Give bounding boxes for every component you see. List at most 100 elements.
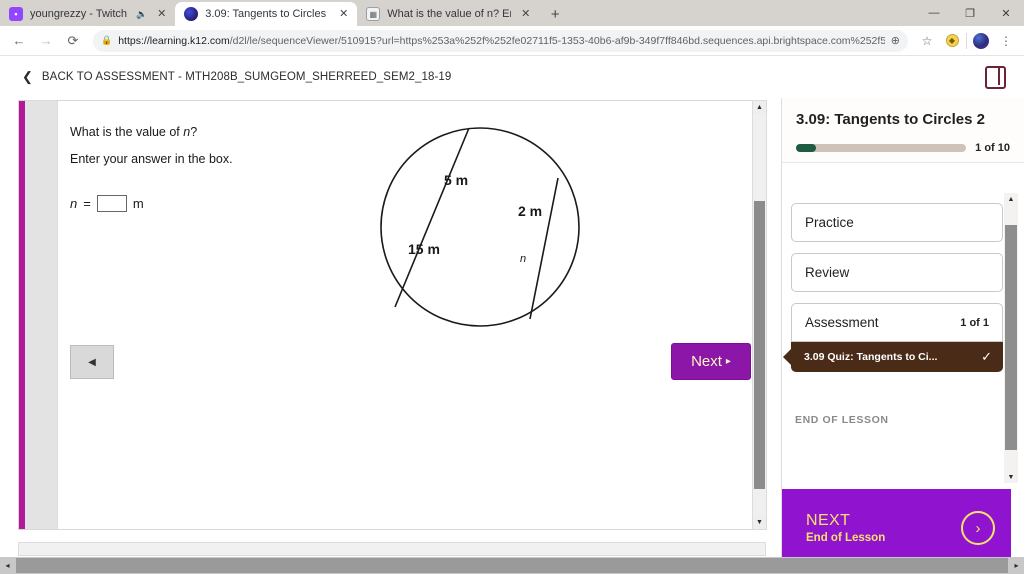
address-bar[interactable]: 🔒 https://learning.k12.com/d2l/le/sequen… — [93, 29, 908, 52]
avatar[interactable] — [970, 32, 992, 49]
figure-label-2m: 2 m — [518, 203, 542, 219]
new-tab-button[interactable]: + — [543, 2, 567, 26]
progress-fill — [796, 144, 817, 153]
scrollbar-thumb[interactable] — [754, 201, 765, 489]
equals-label: = — [83, 196, 91, 211]
url-domain: https://learning.k12.com — [118, 34, 230, 47]
omnibox-actions: ⊕ — [891, 34, 900, 47]
content-vertical-scrollbar[interactable]: ▲ ▼ — [752, 100, 767, 530]
page-content: ❮ BACK TO ASSESSMENT - MTH208B_SUMGEOM_S… — [0, 56, 1024, 574]
end-of-lesson-label: END OF LESSON — [795, 414, 889, 426]
close-icon[interactable]: ✕ — [336, 7, 351, 22]
scroll-left-icon[interactable]: ◂ — [0, 557, 15, 574]
menu-icon[interactable]: ⋮ — [995, 34, 1017, 48]
tab-title: 3.09: Tangents to Circles 2 - MTH — [205, 8, 329, 20]
left-gutter — [25, 101, 57, 529]
page-title: 3.09: Tangents to Circles 2 — [796, 111, 985, 128]
browser-tab-k12[interactable]: 3.09: Tangents to Circles 2 - MTH ✕ — [175, 2, 358, 26]
minimize-icon[interactable]: — — [916, 0, 952, 26]
sidebar-item-label: Review — [805, 265, 850, 280]
question-instruction: Enter your answer in the box. — [70, 152, 233, 166]
reload-icon[interactable]: ⟳ — [61, 29, 85, 53]
browser-toolbar: ← → ⟳ 🔒 https://learning.k12.com/d2l/le/… — [0, 26, 1024, 56]
question-frame: What is the value of n? Enter your answe… — [18, 100, 766, 530]
lock-icon: 🔒 — [101, 35, 113, 45]
extension-icon[interactable]: ◆ — [941, 34, 963, 47]
extension-badge-icon: ◆ — [945, 34, 959, 47]
tab-strip: ▪ youngrezzy - Twitch 🔈 ✕ 3.09: Tangents… — [0, 0, 1024, 26]
maximize-icon[interactable]: ❐ — [952, 0, 988, 26]
next-banner-title: NEXT — [806, 511, 851, 529]
chevron-right-icon: ▸ — [725, 356, 731, 367]
url-text: https://learning.k12.com/d2l/le/sequence… — [118, 35, 885, 47]
back-to-assessment-link[interactable]: ❮ BACK TO ASSESSMENT - MTH208B_SUMGEOM_S… — [22, 69, 451, 85]
chevron-right-icon[interactable]: › — [961, 511, 995, 545]
scroll-up-icon[interactable]: ▲ — [753, 101, 766, 114]
close-icon[interactable]: ✕ — [154, 7, 169, 22]
circle-diagram: 5 m 2 m 15 m n — [380, 121, 590, 333]
prompt-suffix: ? — [190, 125, 198, 139]
k12-icon — [184, 7, 199, 21]
answer-input[interactable] — [96, 195, 127, 212]
sidebar-header: 3.09: Tangents to Circles 2 1 of 10 — [782, 98, 1024, 164]
page-horizontal-scrollbar[interactable]: ◂ ▸ — [0, 557, 1024, 574]
progress-count: 1 of 10 — [975, 142, 1010, 155]
sidebar-vertical-scrollbar[interactable]: ▲ ▼ — [1004, 193, 1018, 483]
back-icon[interactable]: ← — [7, 29, 31, 53]
window-controls: — ❐ ✕ — [916, 0, 1024, 26]
next-banner-texts: NEXT End of Lesson — [806, 512, 961, 544]
figure-label-5m: 5 m — [444, 172, 468, 188]
scrollbar-thumb[interactable] — [16, 558, 1008, 573]
browser-tab-twitch[interactable]: ▪ youngrezzy - Twitch 🔈 ✕ — [0, 2, 176, 26]
scrollbar-thumb[interactable] — [1005, 225, 1017, 450]
close-window-icon[interactable]: ✕ — [988, 0, 1024, 26]
bookmark-icon[interactable]: ☆ — [916, 34, 938, 48]
question-pane: What is the value of n? Enter your answe… — [57, 101, 765, 529]
answer-variable-label: n — [70, 196, 78, 211]
forward-icon[interactable]: → — [34, 29, 58, 53]
url-path: /d2l/le/sequenceViewer/510915?url=https%… — [229, 34, 885, 47]
lesson-header: ❮ BACK TO ASSESSMENT - MTH208B_SUMGEOM_S… — [0, 56, 1024, 98]
question-prompt: What is the value of n? — [70, 123, 197, 141]
tab-title: youngrezzy - Twitch — [30, 8, 128, 20]
next-button-label: Next — [691, 353, 722, 370]
body-row: What is the value of n? Enter your answe… — [0, 98, 1024, 574]
sidebar-item-assessment[interactable]: Assessment 1 of 1 — [791, 303, 1003, 342]
circle-diagram-svg: 5 m 2 m 15 m n — [380, 127, 580, 327]
sidebar-item-quiz[interactable]: 3.09 Quiz: Tangents to Ci... ✓ — [783, 342, 1003, 372]
answer-row: n = m — [70, 195, 144, 212]
next-lesson-banner[interactable]: NEXT End of Lesson › — [782, 489, 1011, 567]
lesson-sidebar: 3.09: Tangents to Circles 2 1 of 10 Prac… — [781, 98, 1024, 574]
content-bottom-strip — [18, 542, 766, 556]
scroll-up-icon[interactable]: ▲ — [1004, 193, 1018, 205]
previous-button[interactable]: ◀ — [70, 345, 114, 379]
tab-title: What is the value of n? Enter you — [387, 8, 511, 20]
breadcrumb: BACK TO ASSESSMENT - MTH208B_SUMGEOM_SHE… — [41, 71, 452, 83]
browser-tab-question[interactable]: ▦ What is the value of n? Enter you ✕ — [357, 2, 540, 26]
circle-shape — [380, 127, 580, 327]
content-column: What is the value of n? Enter your answe… — [0, 98, 781, 574]
close-icon[interactable]: ✕ — [518, 7, 533, 22]
browser-window: ▪ youngrezzy - Twitch 🔈 ✕ 3.09: Tangents… — [0, 0, 1024, 574]
zoom-icon[interactable]: ⊕ — [891, 34, 900, 47]
next-button[interactable]: Next ▸ — [671, 343, 751, 380]
profile-avatar-icon — [973, 32, 989, 49]
panel-toggle-icon[interactable] — [985, 65, 1006, 89]
progress-row: 1 of 10 — [796, 142, 1010, 154]
sidebar-item-list: Practice Review Assessment 1 of 1 3.09 Q… — [782, 193, 1024, 483]
scroll-down-icon[interactable]: ▼ — [1004, 471, 1018, 483]
scroll-down-icon[interactable]: ▼ — [753, 516, 766, 529]
chevron-left-icon: ❮ — [22, 69, 33, 84]
sidebar-item-label: Practice — [805, 215, 854, 230]
twitch-icon: ▪ — [9, 7, 23, 21]
mute-icon[interactable]: 🔈 — [136, 9, 147, 20]
document-icon: ▦ — [366, 7, 381, 21]
sidebar-item-practice[interactable]: Practice — [791, 203, 1003, 242]
toolbar-divider — [966, 32, 967, 49]
check-icon: ✓ — [981, 349, 992, 364]
sidebar-item-label: 3.09 Quiz: Tangents to Ci... — [804, 351, 938, 363]
sidebar-item-count: 1 of 1 — [960, 316, 989, 329]
scroll-right-icon[interactable]: ▸ — [1009, 557, 1024, 574]
progress-bar — [796, 144, 967, 153]
sidebar-item-review[interactable]: Review — [791, 253, 1003, 292]
